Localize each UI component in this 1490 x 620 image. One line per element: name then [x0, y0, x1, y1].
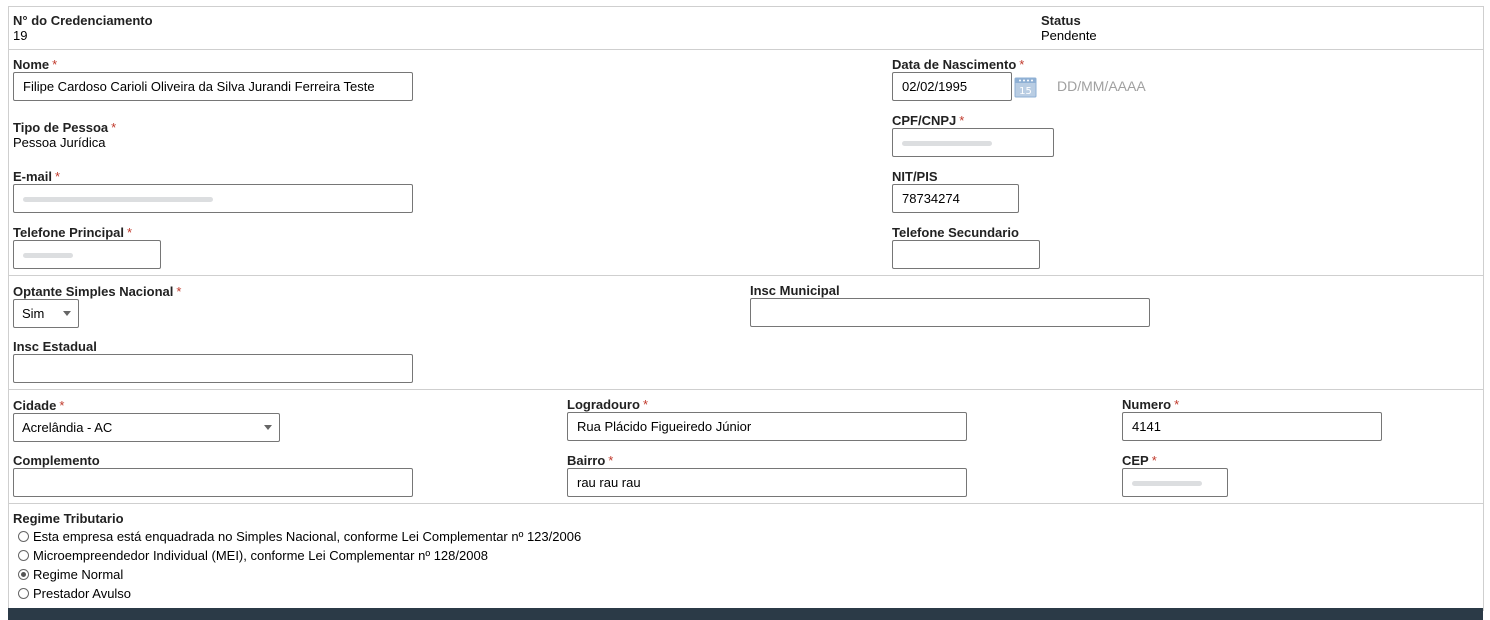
regime-option-label: Esta empresa está enquadrada no Simples …	[33, 528, 582, 544]
email-label: E-mail *	[13, 169, 60, 184]
tipo-pessoa-label: Tipo de Pessoa *	[13, 120, 116, 135]
numero-input[interactable]: 4141	[1122, 412, 1382, 441]
redacted-value	[902, 141, 992, 147]
simples-select[interactable]: Sim	[13, 299, 79, 328]
logradouro-label-text: Logradouro	[567, 397, 640, 412]
numero-label-text: Numero	[1122, 397, 1172, 412]
logradouro-label: Logradouro *	[567, 397, 648, 412]
cep-label: CEP *	[1122, 453, 1157, 468]
simples-label-text: Optante Simples Nacional	[13, 284, 174, 299]
cidade-select[interactable]: Acrelândia - AC	[13, 413, 280, 442]
radio-button[interactable]	[18, 568, 29, 580]
chevron-down-icon	[264, 425, 272, 430]
numero-label: Numero *	[1122, 397, 1179, 412]
section-divider	[8, 389, 1483, 390]
tel-principal-label-text: Telefone Principal	[13, 225, 125, 240]
nit-input[interactable]: 78734274	[892, 184, 1019, 213]
credenciamento-label: N° do Credenciamento	[13, 13, 153, 28]
tel-secundario-label: Telefone Secundario	[892, 225, 1019, 240]
cpf-label-text: CPF/CNPJ	[892, 113, 957, 128]
insc-estadual-label: Insc Estadual	[13, 339, 97, 354]
email-input[interactable]	[13, 184, 413, 213]
redacted-value	[23, 197, 213, 203]
insc-municipal-label: Insc Municipal	[750, 283, 840, 298]
regime-option[interactable]: Esta empresa está enquadrada no Simples …	[18, 527, 581, 545]
nit-label: NIT/PIS	[892, 169, 938, 184]
complemento-input[interactable]	[13, 468, 413, 497]
regime-option[interactable]: Microempreendedor Individual (MEI), conf…	[18, 546, 488, 564]
radio-button[interactable]	[18, 549, 29, 561]
nome-label-text: Nome	[13, 57, 50, 72]
required-mark: *	[959, 113, 965, 128]
nascimento-label: Data de Nascimento *	[892, 57, 1024, 72]
cidade-label-text: Cidade	[13, 398, 57, 413]
section-divider	[8, 275, 1483, 276]
cidade-label: Cidade *	[13, 398, 64, 413]
redacted-value	[1132, 481, 1202, 487]
cidade-value: Acrelândia - AC	[22, 420, 113, 435]
tel-secundario-input[interactable]	[892, 240, 1040, 269]
required-mark: *	[127, 225, 133, 240]
section-divider	[8, 503, 1483, 504]
regime-option-label: Microempreendedor Individual (MEI), conf…	[33, 547, 488, 563]
radio-button[interactable]	[18, 587, 29, 599]
cep-input[interactable]	[1122, 468, 1228, 497]
insc-municipal-input[interactable]	[750, 298, 1150, 327]
complemento-label: Complemento	[13, 453, 100, 468]
required-mark: *	[608, 453, 614, 468]
nome-label: Nome *	[13, 57, 57, 72]
required-mark: *	[1174, 397, 1180, 412]
svg-text:15: 15	[1019, 86, 1032, 97]
required-mark: *	[59, 398, 65, 413]
regime-option[interactable]: Prestador Avulso	[18, 584, 131, 602]
cep-label-text: CEP	[1122, 453, 1149, 468]
simples-label: Optante Simples Nacional *	[13, 284, 181, 299]
nome-input[interactable]: Filipe Cardoso Carioli Oliveira da Silva…	[13, 72, 413, 101]
bairro-input[interactable]: rau rau rau	[567, 468, 967, 497]
credenciamento-value: 19	[13, 28, 28, 43]
email-label-text: E-mail	[13, 169, 53, 184]
calendar-icon[interactable]: 15	[1014, 75, 1037, 98]
footer-bar	[8, 608, 1483, 620]
bairro-label-text: Bairro	[567, 453, 606, 468]
regime-option-label: Prestador Avulso	[33, 585, 132, 601]
required-mark: *	[176, 284, 182, 299]
tipo-pessoa-value: Pessoa Jurídica	[13, 135, 106, 150]
simples-value: Sim	[22, 306, 45, 321]
logradouro-input[interactable]: Rua Plácido Figueiredo Júnior	[567, 412, 967, 441]
regime-option-label: Regime Normal	[33, 566, 124, 582]
required-mark: *	[111, 120, 117, 135]
status-label: Status	[1041, 13, 1081, 28]
required-mark: *	[55, 169, 61, 184]
regime-label: Regime Tributario	[13, 511, 124, 526]
date-format-hint: DD/MM/AAAA	[1057, 78, 1146, 94]
insc-estadual-input[interactable]	[13, 354, 413, 383]
cpf-label: CPF/CNPJ *	[892, 113, 964, 128]
tel-principal-label: Telefone Principal *	[13, 225, 132, 240]
section-divider	[8, 49, 1483, 50]
redacted-value	[23, 253, 73, 259]
nascimento-input[interactable]: 02/02/1995	[892, 72, 1012, 101]
chevron-down-icon	[63, 311, 71, 316]
required-mark: *	[1019, 57, 1025, 72]
regime-option[interactable]: Regime Normal	[18, 565, 123, 583]
tipo-pessoa-label-text: Tipo de Pessoa	[13, 120, 109, 135]
status-value: Pendente	[1041, 28, 1097, 43]
bairro-label: Bairro *	[567, 453, 613, 468]
tel-principal-input[interactable]	[13, 240, 161, 269]
required-mark: *	[1151, 453, 1157, 468]
required-mark: *	[52, 57, 58, 72]
radio-button[interactable]	[18, 530, 29, 542]
nascimento-label-text: Data de Nascimento	[892, 57, 1017, 72]
required-mark: *	[642, 397, 648, 412]
cpf-input[interactable]	[892, 128, 1054, 157]
